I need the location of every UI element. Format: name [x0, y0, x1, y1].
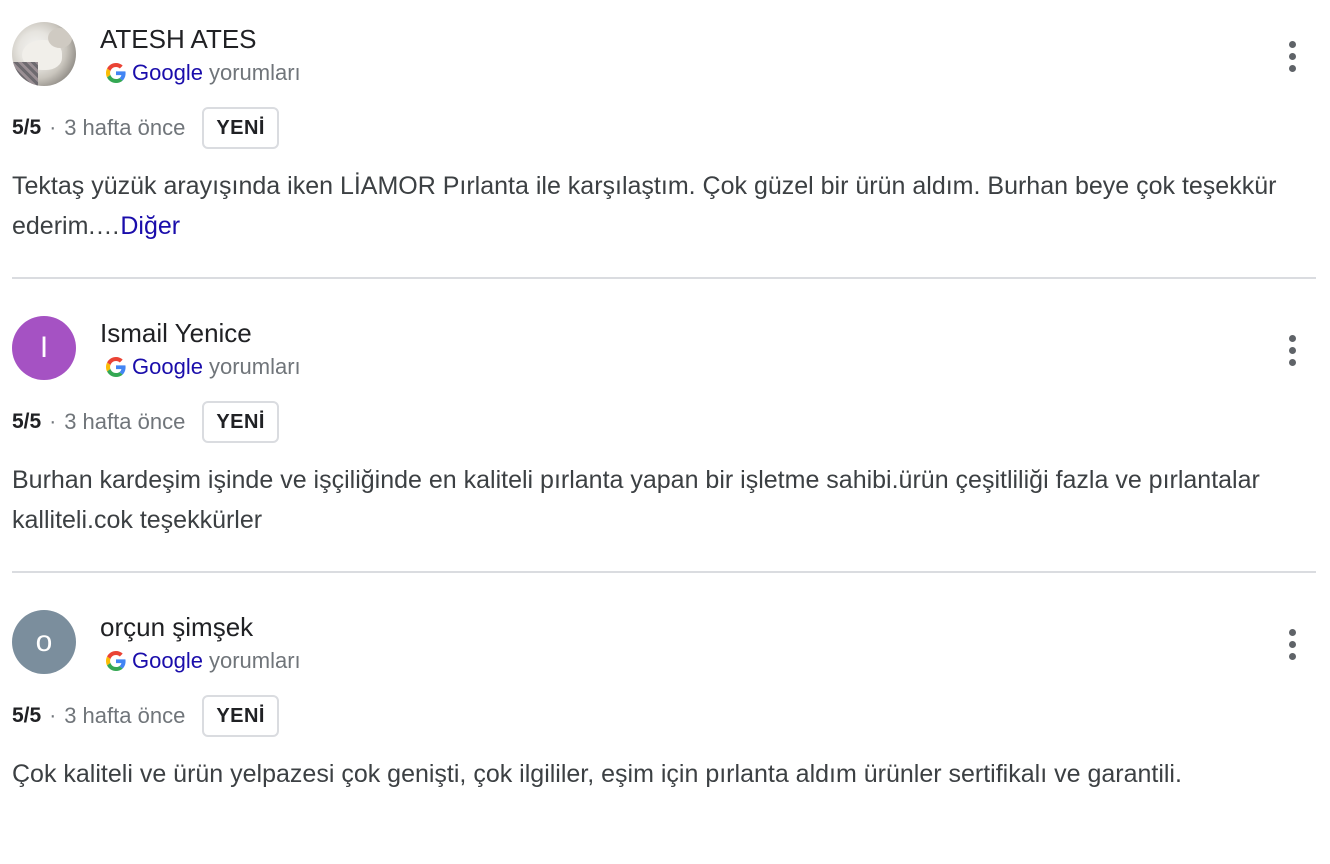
review-time: 3 hafta önce [64, 409, 186, 434]
google-g-icon [106, 63, 126, 83]
review-source: Google yorumları [106, 648, 301, 674]
separator: · [49, 410, 57, 433]
review-meta: 5/5 · 3 hafta önce YENİ [12, 106, 279, 150]
author-name[interactable]: Ismail Yenice [100, 318, 252, 349]
google-g-icon [106, 357, 126, 377]
review-body: Burhan kardeşim işinde ve işçiliğinde en… [12, 466, 1260, 534]
review-meta: 5/5 · 3 hafta önce YENİ [12, 400, 279, 444]
source-brand: Google [132, 60, 203, 85]
review-time: 3 hafta önce [64, 115, 186, 140]
source-label: yorumları [208, 354, 301, 379]
review-text: Burhan kardeşim işinde ve işçiliğinde en… [12, 460, 1316, 540]
review-body: Çok kaliteli ve ürün yelpazesi çok geniş… [12, 760, 1182, 788]
separator: · [49, 704, 57, 727]
avatar[interactable]: I [12, 316, 76, 380]
review-source: Google yorumları [106, 354, 301, 380]
source-label: yorumları [208, 648, 301, 673]
more-vert-icon[interactable] [1272, 36, 1312, 76]
avatar[interactable]: o [12, 610, 76, 674]
source-brand: Google [132, 648, 203, 673]
review-source: Google yorumları [106, 60, 301, 86]
more-vert-icon[interactable] [1272, 330, 1312, 370]
separator: · [49, 116, 57, 139]
review-body: Tektaş yüzük arayışında iken LİAMOR Pırl… [12, 172, 1277, 240]
source-brand: Google [132, 354, 203, 379]
review-text: Tektaş yüzük arayışında iken LİAMOR Pırl… [12, 166, 1316, 246]
more-vert-icon[interactable] [1272, 624, 1312, 664]
author-name[interactable]: ATESH ATES [100, 24, 257, 55]
google-g-icon [106, 651, 126, 671]
divider [12, 277, 1316, 279]
avatar[interactable] [12, 22, 76, 86]
new-badge: YENİ [202, 401, 279, 443]
divider [12, 571, 1316, 573]
rating: 5/5 [12, 410, 42, 433]
review-meta: 5/5 · 3 hafta önce YENİ [12, 694, 279, 738]
rating: 5/5 [12, 116, 42, 139]
source-label: yorumları [208, 60, 301, 85]
review-text: Çok kaliteli ve ürün yelpazesi çok geniş… [12, 754, 1316, 794]
author-name[interactable]: orçun şimşek [100, 612, 253, 643]
rating: 5/5 [12, 704, 42, 727]
review-time: 3 hafta önce [64, 703, 186, 728]
more-link[interactable]: Diğer [120, 212, 180, 240]
new-badge: YENİ [202, 695, 279, 737]
new-badge: YENİ [202, 107, 279, 149]
